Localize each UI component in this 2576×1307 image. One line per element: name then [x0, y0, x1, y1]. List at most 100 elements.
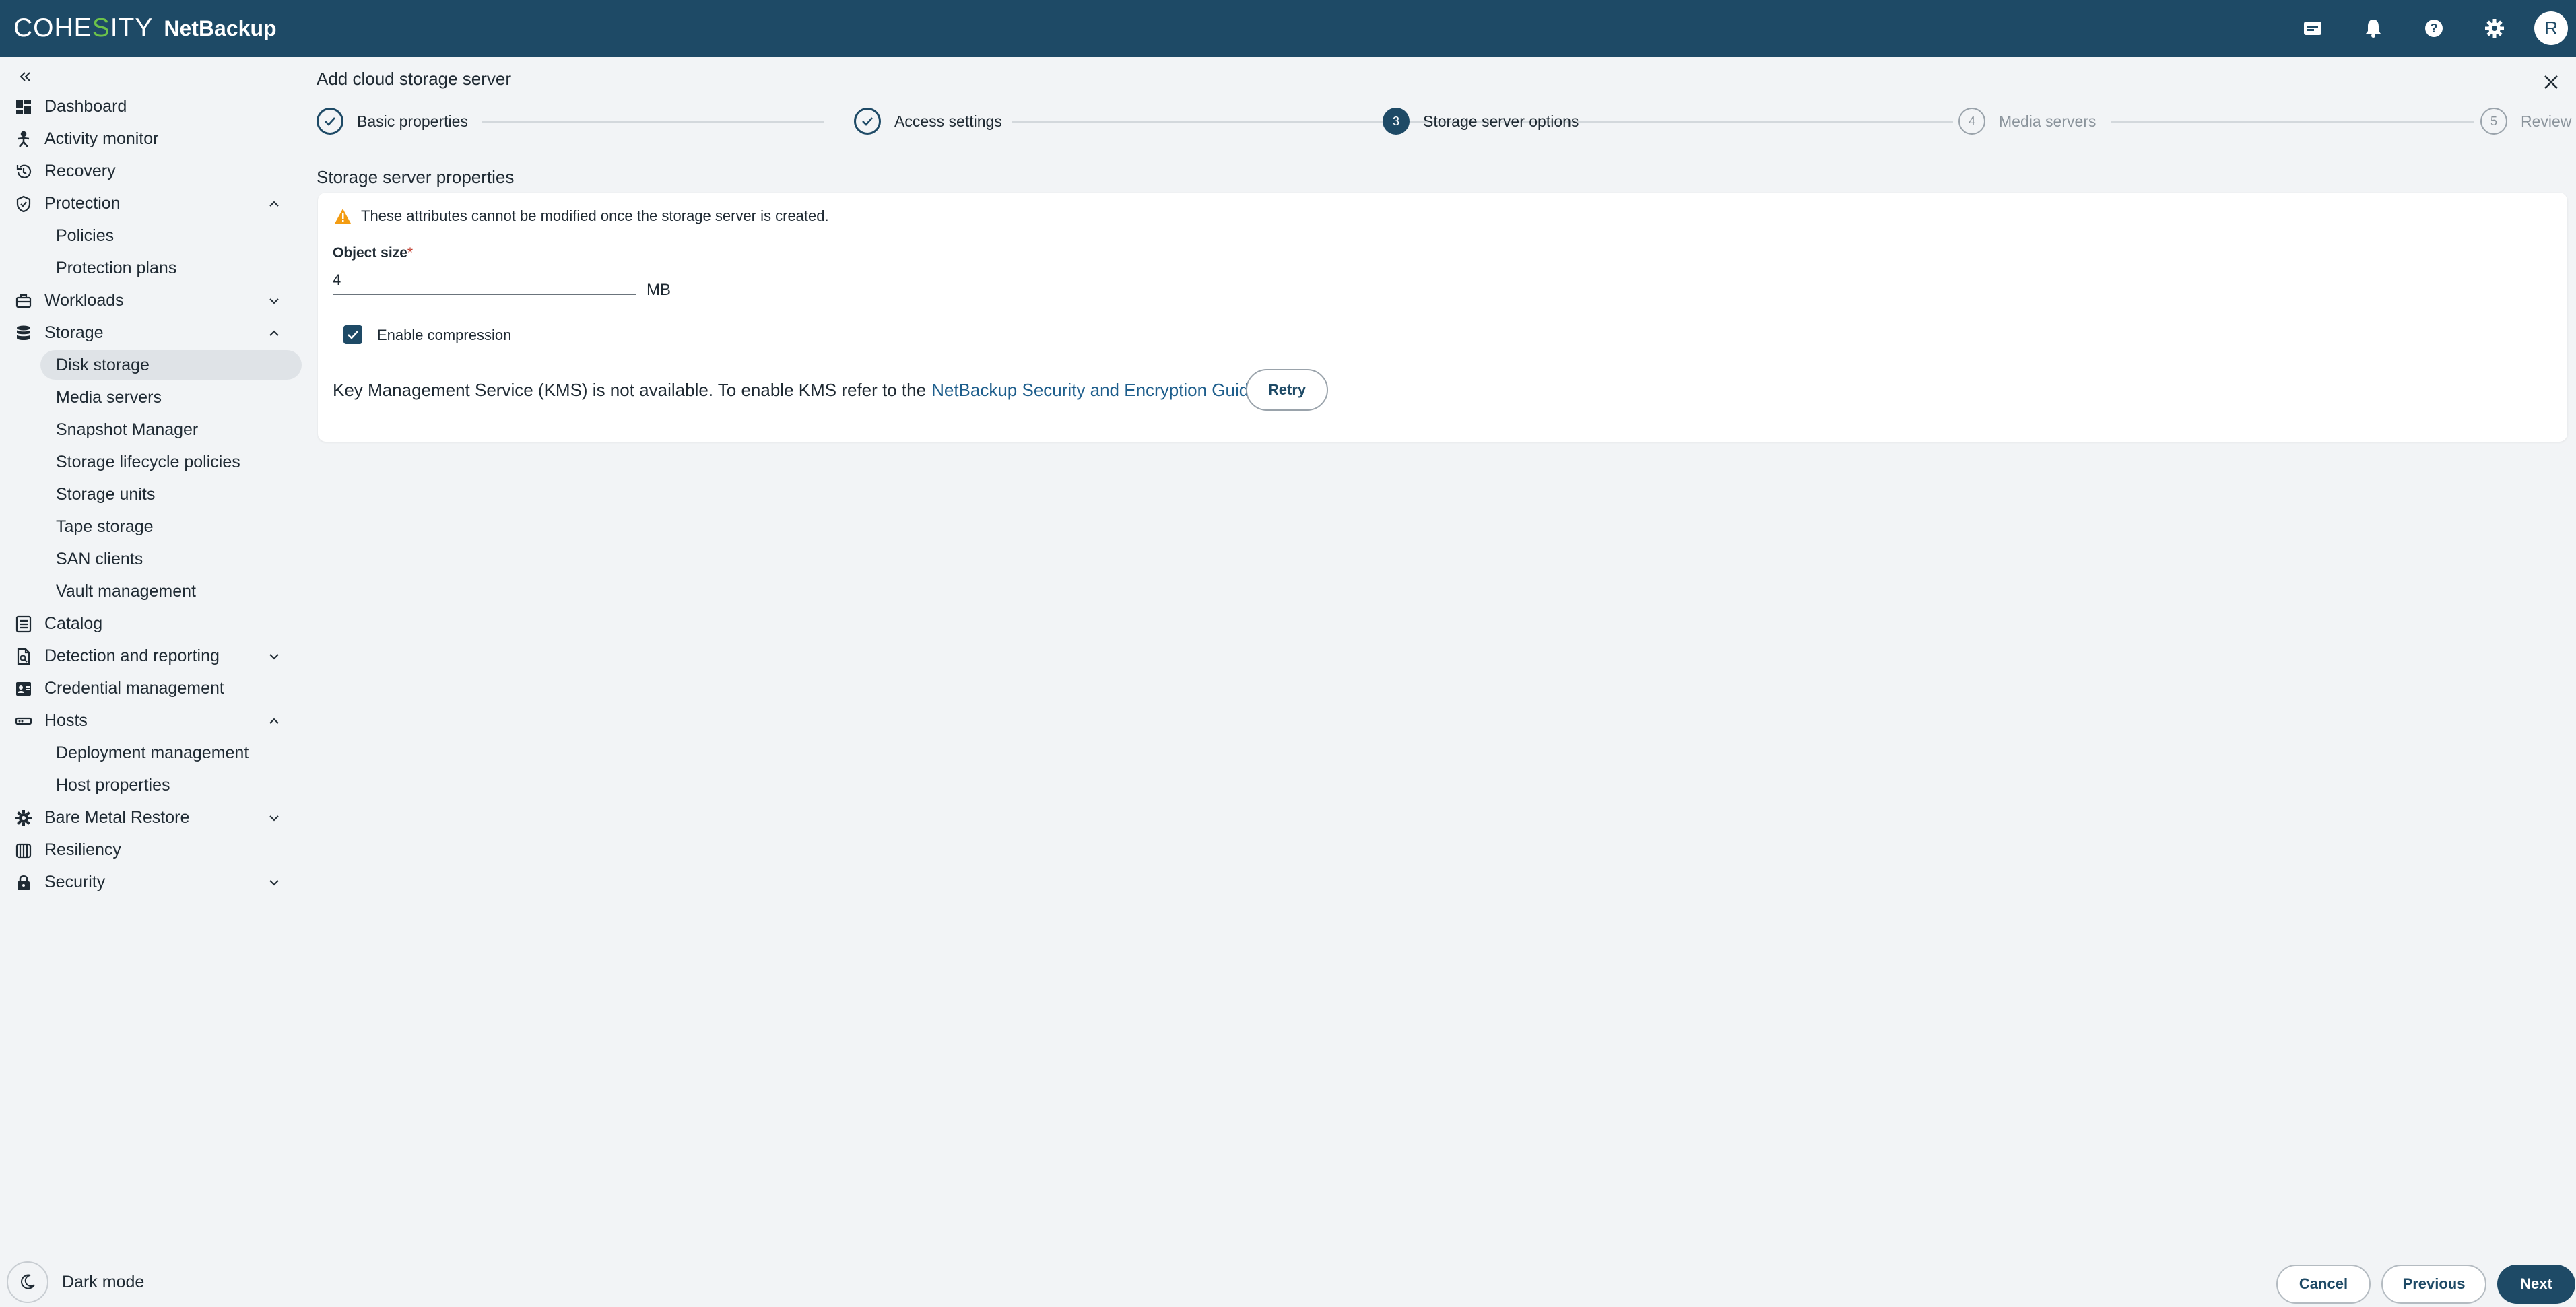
activity-icon — [18, 131, 30, 147]
cohesity-logo: COHESITY — [13, 13, 154, 42]
sidebar-item-label: Host properties — [56, 775, 170, 795]
sidebar-item-resiliency[interactable]: Resiliency — [0, 834, 303, 866]
sidebar-item-label: Storage units — [56, 484, 156, 504]
help-icon[interactable]: ? — [2404, 0, 2464, 57]
step-storage-server-options[interactable]: 3 Storage server options — [1383, 106, 1579, 136]
page-title: Add cloud storage server — [317, 69, 512, 89]
sidebar-item-label: Protection plans — [56, 258, 177, 277]
sidebar-item-label: Recovery — [44, 161, 116, 180]
collapse-sidebar-icon[interactable] — [15, 66, 36, 88]
gear-icon[interactable] — [2464, 0, 2525, 57]
object-size-unit: MB — [647, 281, 671, 299]
bell-icon[interactable] — [2343, 0, 2404, 57]
check-icon — [317, 108, 343, 135]
object-size-input[interactable] — [333, 267, 636, 295]
sidebar-item-label: Vault management — [56, 581, 196, 601]
sidebar-item-catalog[interactable]: Catalog — [0, 607, 303, 640]
sidebar-item-detection-and-reporting[interactable]: Detection and reporting — [0, 640, 303, 672]
sidebar: Dashboard Activity monitor Recovery Prot… — [0, 57, 303, 1307]
sidebar-item-label: Activity monitor — [44, 129, 159, 148]
check-icon — [348, 331, 358, 339]
chevron-down-icon[interactable] — [267, 811, 282, 826]
chevron-up-icon[interactable] — [267, 197, 282, 211]
sidebar-item-label: Bare Metal Restore — [44, 807, 190, 827]
sidebar-item-credential-management[interactable]: Credential management — [0, 672, 303, 704]
enable-compression-label[interactable]: Enable compression — [377, 327, 511, 344]
step-connector — [482, 121, 824, 123]
sidebar-item-host-properties[interactable]: Host properties — [0, 769, 303, 801]
step-label: Access settings — [894, 112, 1002, 130]
encryption-guide-link[interactable]: NetBackup Security and Encryption Guide. — [931, 380, 1263, 401]
sidebar-nav: Dashboard Activity monitor Recovery Prot… — [0, 90, 303, 898]
step-number: 4 — [1958, 108, 1985, 135]
cancel-button[interactable]: Cancel — [2276, 1265, 2371, 1304]
sidebar-item-label: Resiliency — [44, 840, 121, 859]
step-review[interactable]: 5 Review — [2480, 106, 2571, 136]
chevron-down-icon[interactable] — [267, 294, 282, 308]
step-label: Review — [2521, 112, 2572, 130]
sidebar-item-security[interactable]: Security — [0, 866, 303, 898]
sidebar-item-protection-plans[interactable]: Protection plans — [0, 252, 303, 284]
sidebar-item-label: Catalog — [44, 613, 103, 633]
sidebar-item-label: Tape storage — [56, 516, 154, 536]
sidebar-item-recovery[interactable]: Recovery — [0, 155, 303, 187]
sidebar-item-label: Policies — [56, 226, 114, 245]
sidebar-item-hosts[interactable]: Hosts — [0, 704, 303, 737]
announcement-icon[interactable] — [2282, 0, 2343, 57]
sidebar-item-protection[interactable]: Protection — [0, 187, 303, 220]
next-button[interactable]: Next — [2497, 1265, 2575, 1304]
enable-compression-checkbox[interactable] — [343, 325, 362, 344]
sidebar-item-bare-metal-restore[interactable]: Bare Metal Restore — [0, 801, 303, 834]
dashboard-icon — [16, 100, 31, 114]
sidebar-item-policies[interactable]: Policies — [0, 220, 303, 252]
sidebar-item-label: SAN clients — [56, 549, 143, 568]
sidebar-item-label: Security — [44, 872, 106, 892]
retry-button[interactable]: Retry — [1246, 369, 1328, 411]
sidebar-item-storage-lifecycle-policies[interactable]: Storage lifecycle policies — [0, 446, 303, 478]
chevron-up-icon[interactable] — [267, 326, 282, 341]
sidebar-item-media-servers[interactable]: Media servers — [0, 381, 303, 413]
warning-message: These attributes cannot be modified once… — [334, 207, 829, 225]
dark-mode-label: Dark mode — [62, 1272, 145, 1292]
credential-icon — [16, 682, 31, 696]
resiliency-icon — [15, 843, 32, 859]
sidebar-item-tape-storage[interactable]: Tape storage — [0, 510, 303, 543]
sidebar-item-label: Dashboard — [44, 96, 127, 116]
sidebar-item-snapshot-manager[interactable]: Snapshot Manager — [0, 413, 303, 446]
kms-text: Key Management Service (KMS) is not avai… — [333, 380, 927, 400]
sidebar-item-label: Storage lifecycle policies — [56, 452, 240, 471]
sidebar-item-vault-management[interactable]: Vault management — [0, 575, 303, 607]
step-access-settings[interactable]: Access settings — [854, 106, 1002, 136]
host-icon — [15, 717, 32, 725]
avatar[interactable]: R — [2534, 11, 2568, 45]
sidebar-item-label: Deployment management — [56, 743, 249, 762]
step-number: 3 — [1383, 108, 1410, 135]
sidebar-item-storage-units[interactable]: Storage units — [0, 478, 303, 510]
sidebar-item-disk-storage[interactable]: Disk storage — [0, 349, 303, 381]
step-media-servers[interactable]: 4 Media servers — [1958, 106, 2096, 136]
step-number: 5 — [2480, 108, 2507, 135]
sidebar-item-label: Detection and reporting — [44, 646, 220, 665]
dark-mode-toggle[interactable]: Dark mode — [7, 1261, 145, 1303]
brand[interactable]: COHESITY NetBackup — [13, 0, 277, 57]
previous-button[interactable]: Previous — [2381, 1265, 2486, 1304]
top-icons: ? R — [2282, 0, 2576, 57]
step-basic-properties[interactable]: Basic properties — [317, 106, 468, 136]
chevron-down-icon[interactable] — [267, 649, 282, 664]
object-size-label: Object size* — [333, 245, 414, 261]
recovery-icon — [16, 164, 32, 178]
sidebar-item-san-clients[interactable]: SAN clients — [0, 543, 303, 575]
sidebar-item-activity-monitor[interactable]: Activity monitor — [0, 123, 303, 155]
warning-text: These attributes cannot be modified once… — [361, 207, 829, 224]
step-label: Media servers — [1999, 112, 2096, 130]
sidebar-item-dashboard[interactable]: Dashboard — [0, 90, 303, 123]
close-icon[interactable] — [2542, 73, 2561, 92]
sidebar-item-storage[interactable]: Storage — [0, 316, 303, 349]
chevron-up-icon[interactable] — [267, 714, 282, 729]
sidebar-item-workloads[interactable]: Workloads — [0, 284, 303, 316]
sidebar-item-deployment-management[interactable]: Deployment management — [0, 737, 303, 769]
chevron-down-icon[interactable] — [267, 875, 282, 890]
moon-icon — [7, 1261, 48, 1303]
section-title: Storage server properties — [317, 167, 515, 187]
bmr-icon — [15, 810, 32, 826]
